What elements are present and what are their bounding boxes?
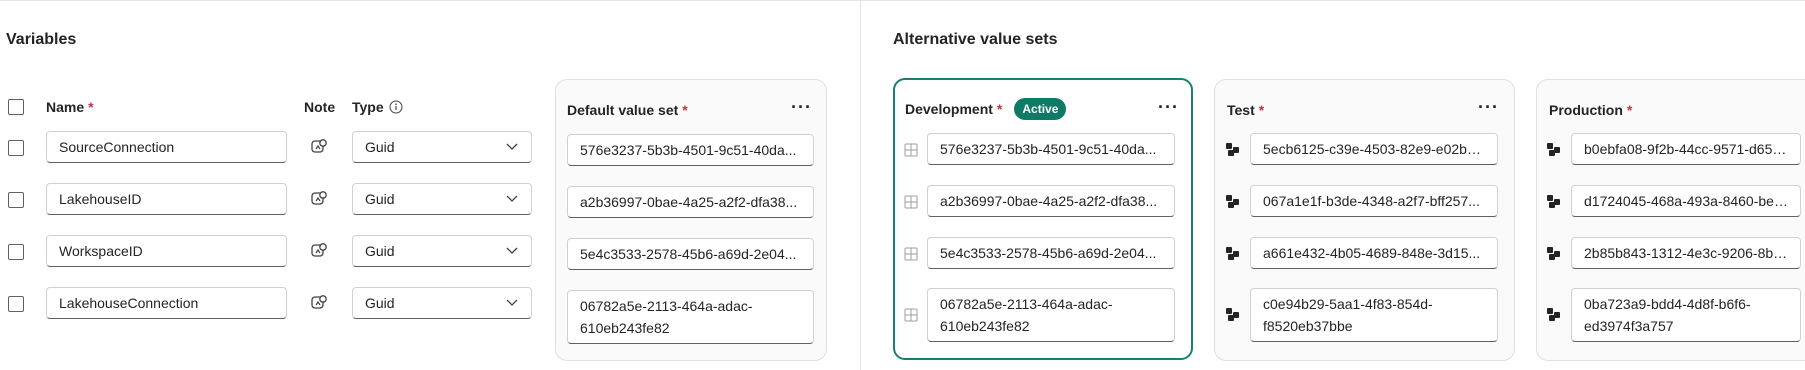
alternative-value-sets-title: Alternative value sets — [893, 31, 1058, 48]
required-mark: * — [996, 101, 1003, 117]
default-grid-icon — [903, 194, 919, 210]
default-set-title-label: Default value set — [567, 102, 679, 118]
note-column-header: Note — [304, 99, 336, 115]
name-column-header: Name * — [46, 99, 94, 115]
chevron-down-icon — [505, 139, 519, 156]
required-mark: * — [682, 102, 688, 118]
variable-name-input[interactable]: SourceConnection — [46, 131, 287, 163]
active-badge: Active — [1014, 98, 1067, 120]
type-dropdown[interactable]: Guid — [352, 183, 532, 215]
value-set-icon — [1546, 246, 1562, 262]
chevron-down-icon — [505, 191, 519, 208]
type-value: Guid — [365, 139, 395, 155]
row-checkbox[interactable] — [8, 244, 24, 260]
alternative-value-input[interactable]: 067a1e1f-b3de-4348-a2f7-bff257... — [1250, 185, 1498, 217]
alternative-value-input[interactable]: b0ebfa08-9f2b-44cc-9571-d65caf... — [1571, 133, 1801, 165]
top-border — [0, 0, 1805, 1]
default-value-input[interactable]: 06782a5e-2113-464a-adac-610eb243fe82 — [567, 290, 814, 344]
required-mark: * — [1626, 102, 1633, 118]
default-value-input[interactable]: 5e4c3533-2578-45b6-a69d-2e04... — [567, 238, 814, 270]
test-title: Test * — [1227, 102, 1264, 118]
row-checkbox[interactable] — [8, 192, 24, 208]
production-title: Production * — [1549, 102, 1632, 118]
value-set-icon — [1546, 307, 1562, 323]
type-dropdown[interactable]: Guid — [352, 235, 532, 267]
default-value-set-card: Default value set * ··· 576e3237-5b3b-450… — [555, 79, 827, 361]
development-more-button[interactable]: ··· — [1158, 98, 1179, 116]
value-set-icon — [1225, 194, 1241, 210]
production-title-label: Production — [1549, 102, 1623, 118]
test-more-button[interactable]: ··· — [1478, 98, 1499, 116]
variable-name-input[interactable]: LakehouseID — [46, 183, 287, 215]
alternative-value-input[interactable]: 5e4c3533-2578-45b6-a69d-2e04... — [927, 237, 1175, 269]
info-icon[interactable] — [389, 100, 403, 114]
default-set-more-button[interactable]: ··· — [791, 98, 812, 116]
type-dropdown[interactable]: Guid — [352, 131, 532, 163]
alternative-value-input[interactable]: a2b36997-0bae-4a25-a2f2-dfa38... — [927, 185, 1175, 217]
alternative-value-input[interactable]: 576e3237-5b3b-4501-9c51-40da... — [927, 133, 1175, 165]
chevron-down-icon — [505, 295, 519, 312]
required-mark: * — [1258, 102, 1265, 118]
row-checkbox[interactable] — [8, 296, 24, 312]
type-dropdown[interactable]: Guid — [352, 287, 532, 319]
default-value-input[interactable]: a2b36997-0bae-4a25-a2f2-dfa38... — [567, 186, 814, 218]
type-value: Guid — [365, 191, 395, 207]
row-checkbox[interactable] — [8, 140, 24, 156]
alternative-value-input[interactable]: 0ba723a9-bdd4-4d8f-b6f6-ed3974f3a757 — [1571, 288, 1801, 342]
default-grid-icon — [903, 142, 919, 158]
required-mark: * — [88, 99, 94, 115]
note-icon[interactable] — [309, 241, 329, 261]
alternative-value-input[interactable]: d1724045-468a-493a-8460-be48... — [1571, 185, 1801, 217]
note-icon[interactable] — [309, 137, 329, 157]
value-set-icon — [1225, 307, 1241, 323]
value-set-icon — [1546, 194, 1562, 210]
value-set-icon — [1225, 142, 1241, 158]
alternative-value-input[interactable]: 2b85b843-1312-4e3c-9206-8b10... — [1571, 237, 1801, 269]
variable-name-input[interactable]: LakehouseConnection — [46, 287, 287, 319]
development-title: Development * Active — [905, 98, 1067, 120]
alternative-value-input[interactable]: a661e432-4b05-4689-848e-3d15... — [1250, 237, 1498, 269]
value-set-icon — [1225, 246, 1241, 262]
variable-name-input[interactable]: WorkspaceID — [46, 235, 287, 267]
note-icon[interactable] — [309, 189, 329, 209]
variables-title: Variables — [6, 31, 77, 48]
development-title-label: Development — [905, 101, 993, 117]
default-value-input[interactable]: 576e3237-5b3b-4501-9c51-40da... — [567, 134, 814, 166]
alternative-value-input[interactable]: 06782a5e-2113-464a-adac-610eb243fe82 — [927, 288, 1175, 342]
default-value-set-title: Default value set * — [567, 102, 688, 118]
test-title-label: Test — [1227, 102, 1255, 118]
default-grid-icon — [903, 307, 919, 323]
chevron-down-icon — [505, 243, 519, 260]
value-set-icon — [1546, 142, 1562, 158]
alternative-value-input[interactable]: c0e94b29-5aa1-4f83-854d-f8520eb37bbe — [1250, 288, 1498, 342]
name-header-label: Name — [46, 99, 85, 115]
default-grid-icon — [903, 246, 919, 262]
type-value: Guid — [365, 295, 395, 311]
type-header-label: Type — [352, 99, 384, 115]
alternative-value-input[interactable]: 5ecb6125-c39e-4503-82e9-e02b2... — [1250, 133, 1498, 165]
note-icon[interactable] — [309, 293, 329, 313]
type-column-header: Type — [352, 99, 403, 115]
section-divider — [860, 0, 861, 370]
type-value: Guid — [365, 243, 395, 259]
select-all-checkbox[interactable] — [8, 99, 24, 115]
